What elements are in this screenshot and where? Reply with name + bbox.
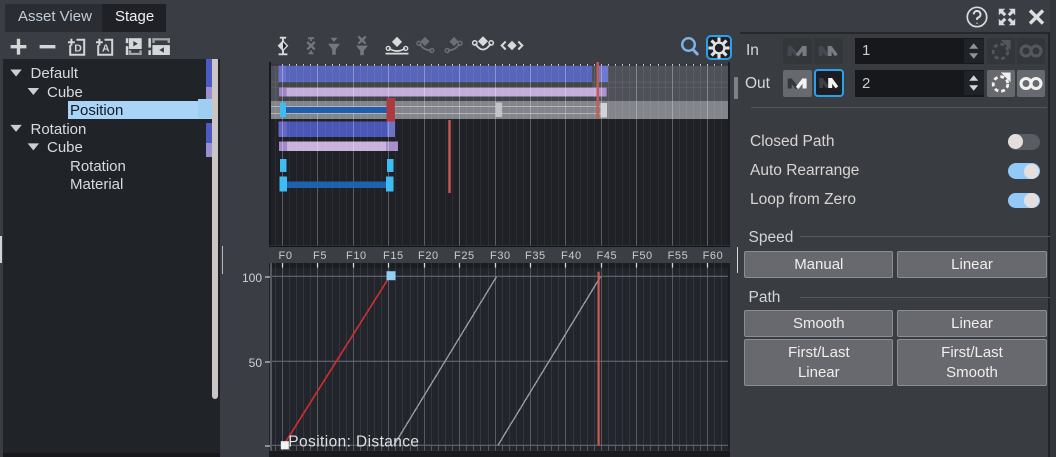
- svg-text:Position: Distance: Position: Distance: [288, 434, 419, 451]
- svg-text:D: D: [74, 43, 82, 55]
- svg-text:A: A: [102, 43, 110, 55]
